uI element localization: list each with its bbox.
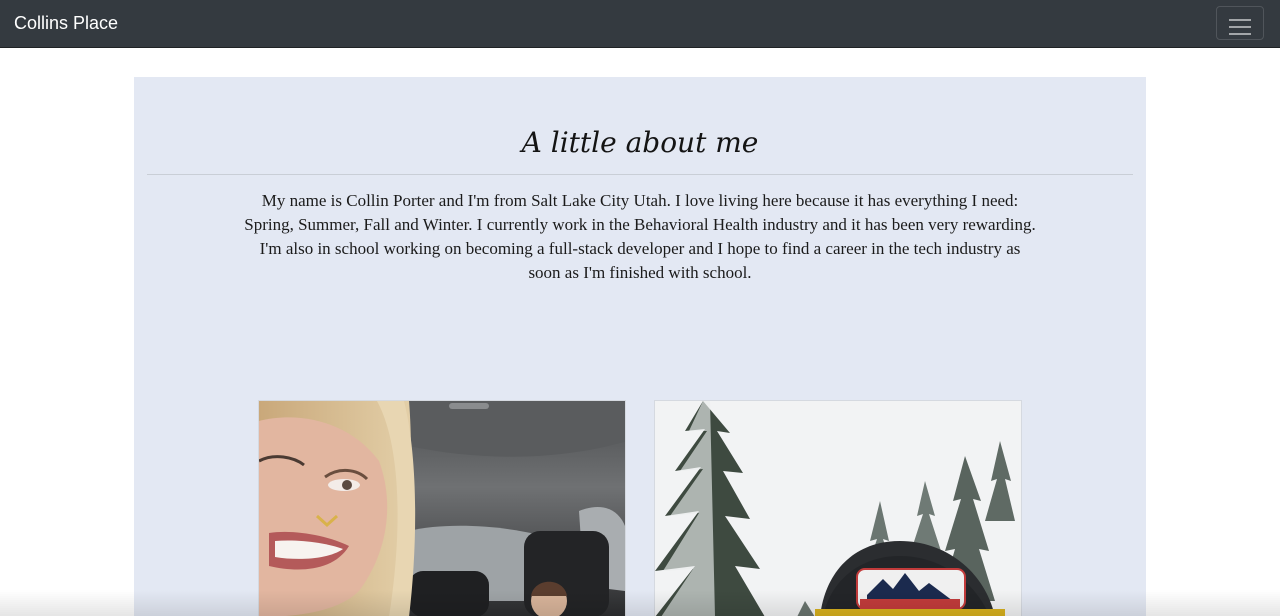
snowy-trees-photo [654, 400, 1022, 616]
about-title: A little about me [521, 126, 759, 159]
about-section: A little about me My name is Collin Port… [134, 77, 1146, 616]
car-selfie-photo [258, 400, 626, 616]
title-divider [147, 174, 1133, 175]
brand-link[interactable]: Collins Place [14, 11, 118, 35]
hamburger-icon [1229, 18, 1251, 35]
navbar: Collins Place [0, 0, 1280, 48]
about-paragraph: My name is Collin Porter and I'm from Sa… [244, 191, 1036, 282]
navbar-toggle-button[interactable] [1216, 6, 1264, 40]
